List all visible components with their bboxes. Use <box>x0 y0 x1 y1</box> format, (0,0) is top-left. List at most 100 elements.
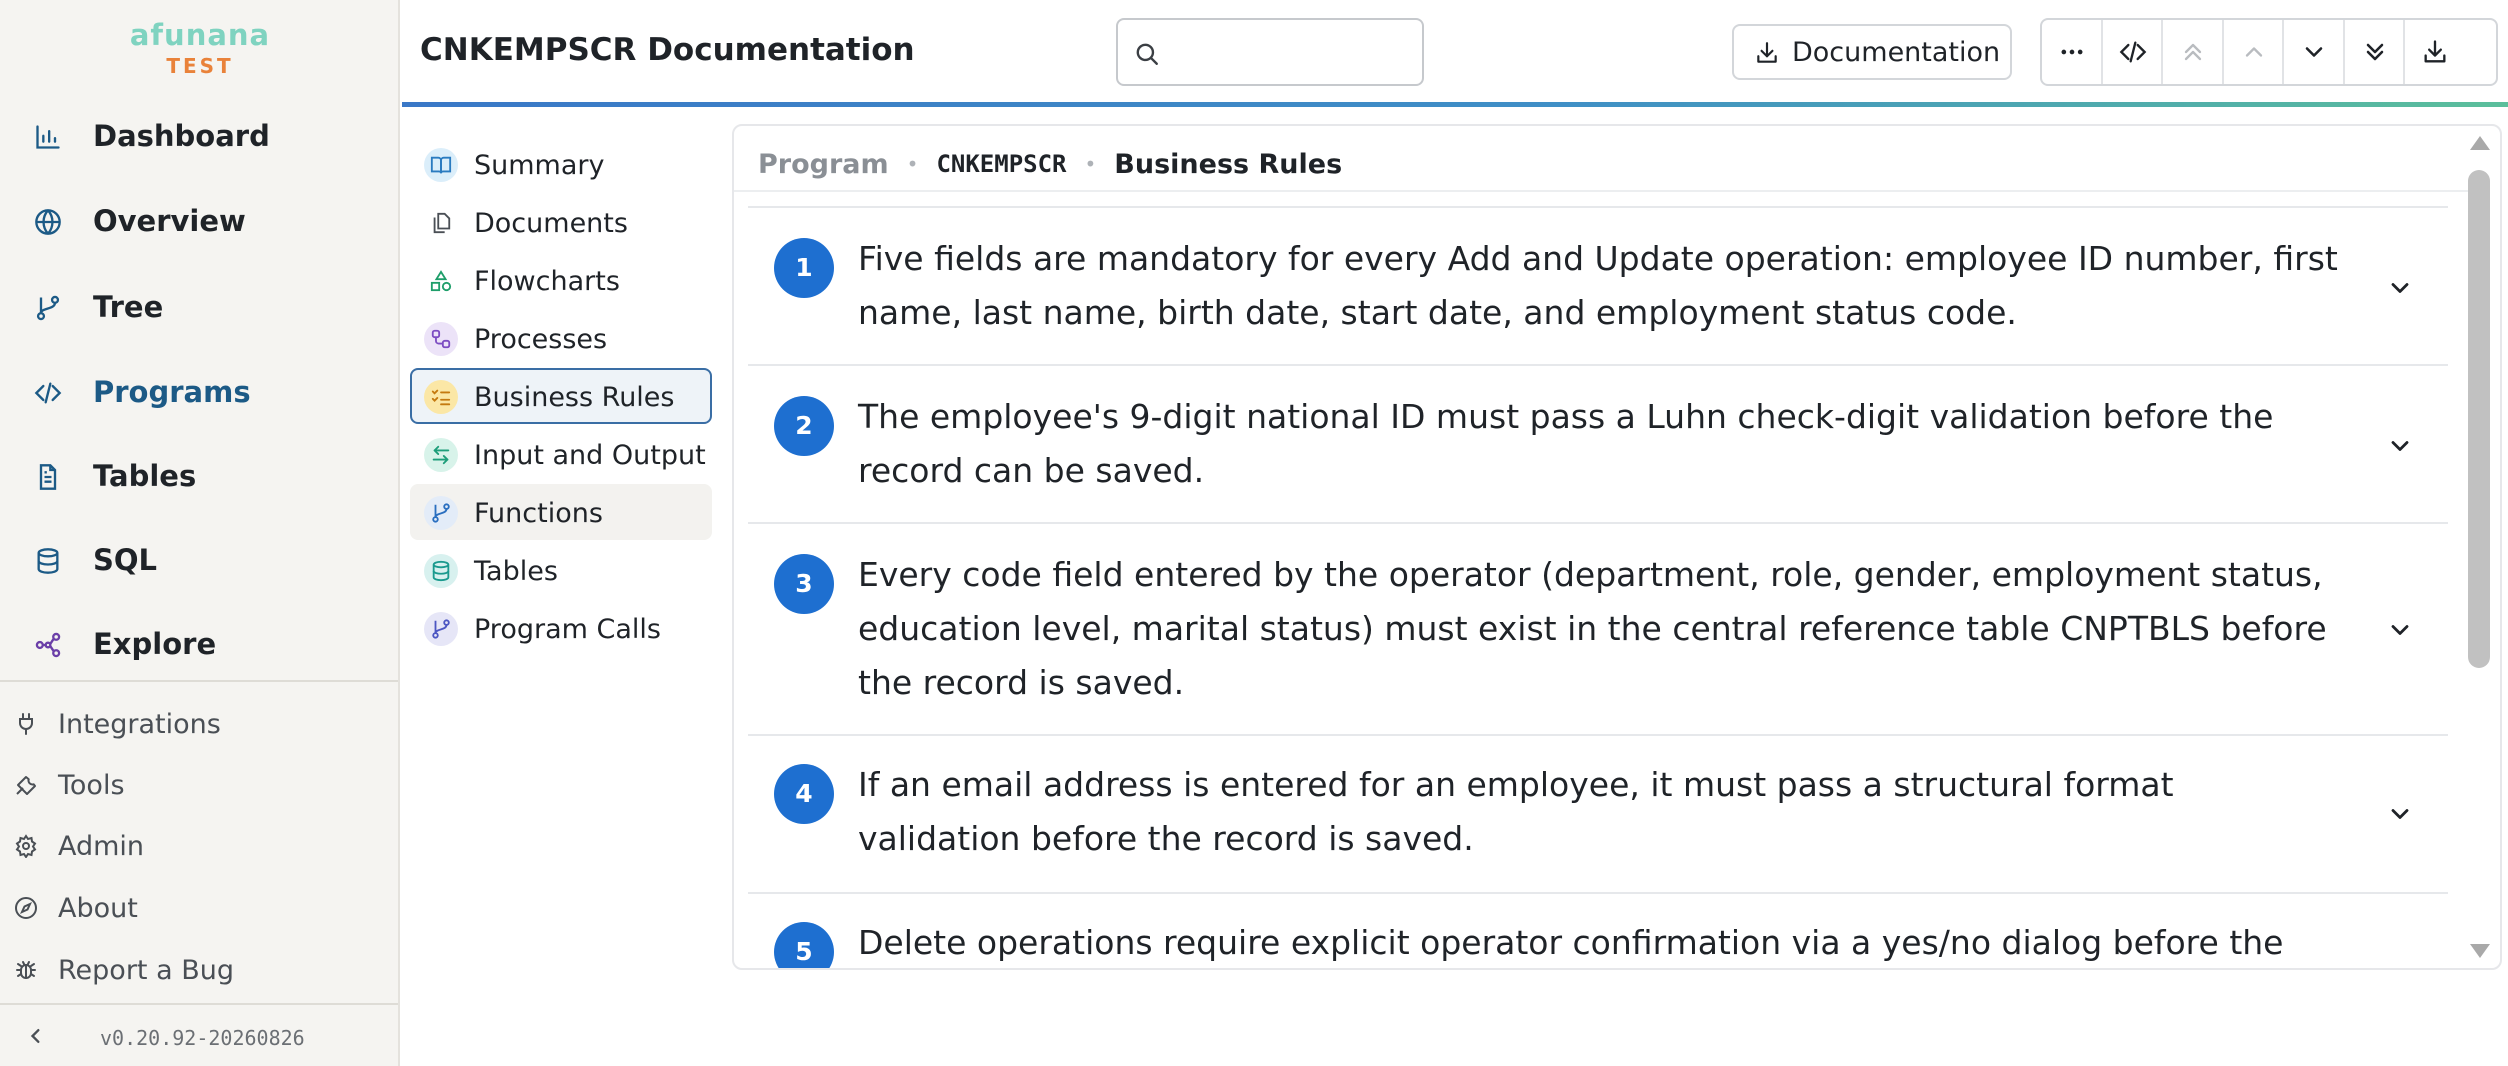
sidebar-item-label: Integrations <box>58 708 221 740</box>
breadcrumb-root[interactable]: Program <box>758 149 889 180</box>
sidebar-divider <box>0 680 398 682</box>
breadcrumb-divider <box>734 190 2472 192</box>
scrollbar-thumb[interactable] <box>2468 170 2490 668</box>
documentation-button-label: Documentation <box>1792 36 2001 68</box>
sidebar-item-overview[interactable]: Overview <box>0 191 398 251</box>
subnav-item-label: Documents <box>474 208 628 239</box>
shapes-icon <box>424 264 458 298</box>
subnav-item-label: Processes <box>474 324 608 355</box>
subnav-item-flowcharts[interactable]: Flowcharts <box>410 252 712 308</box>
double-chevron-down-icon <box>2366 43 2383 61</box>
page-title: CNKEMPSCR Documentation <box>420 32 915 68</box>
subnav-item-label: Program Calls <box>474 614 661 645</box>
subnav-item-label: Flowcharts <box>474 266 620 297</box>
sidebar-item-label: Explore <box>93 627 217 661</box>
rule-text: Delete operations require explicit opera… <box>858 923 2284 962</box>
code-icon <box>34 382 62 404</box>
chevron-down-icon[interactable] <box>2386 616 2414 644</box>
first-section-button[interactable] <box>2163 20 2224 84</box>
sidebar-item-tools[interactable]: Tools <box>0 759 398 811</box>
version-label: v0.20.92-20260826 <box>100 1026 305 1050</box>
content-scrollbar[interactable] <box>2462 130 2494 964</box>
sidebar: afunana TEST Dashboard Overview Tree Pro… <box>0 0 400 1066</box>
search-input[interactable] <box>1170 30 1410 74</box>
subnav-item-processes[interactable]: Processes <box>410 310 712 366</box>
rule-number-badge: 2 <box>774 396 834 456</box>
code-icon <box>2119 41 2146 63</box>
download-button[interactable] <box>2405 20 2466 84</box>
navigation-toolbar <box>2040 18 2498 86</box>
rule-item[interactable]: 5 Delete operations require explicit ope… <box>748 892 2448 968</box>
document-icon <box>39 464 57 490</box>
compass-icon <box>15 897 37 919</box>
logo[interactable]: afunana TEST <box>0 18 400 78</box>
branch-icon <box>36 295 60 321</box>
sidebar-item-admin[interactable]: Admin <box>0 820 398 872</box>
rule-text: Five fields are mandatory for every Add … <box>858 239 2338 332</box>
business-rules-panel: Program • CNKEMPSCR • Business Rules 1 F… <box>732 124 2502 970</box>
sidebar-item-about[interactable]: About <box>0 882 398 934</box>
sidebar-item-label: Report a Bug <box>58 954 234 986</box>
documentation-button[interactable]: Documentation <box>1732 24 2012 80</box>
version-row: v0.20.92-20260826 <box>0 1006 398 1066</box>
breadcrumb-separator: • <box>906 152 919 176</box>
sidebar-item-label: Overview <box>93 204 246 238</box>
collapse-sidebar-icon[interactable] <box>22 1022 50 1050</box>
chevron-up-icon <box>2245 47 2262 57</box>
subnav-item-summary[interactable]: Summary <box>410 136 712 192</box>
next-section-button[interactable] <box>2284 20 2345 84</box>
chevron-down-icon[interactable] <box>2386 800 2414 828</box>
chevron-down-icon[interactable] <box>2386 432 2414 460</box>
search-box[interactable] <box>1116 18 1424 86</box>
bar-chart-icon <box>36 125 60 149</box>
sidebar-item-report-bug[interactable]: Report a Bug <box>0 944 398 996</box>
subnav-item-functions[interactable]: Functions <box>410 484 712 540</box>
subnav-item-tables[interactable]: Tables <box>410 542 712 598</box>
wrench-icon <box>16 776 36 795</box>
scroll-up-arrow[interactable] <box>2470 136 2490 150</box>
chevron-down-icon[interactable] <box>2386 274 2414 302</box>
subnav-item-business-rules[interactable]: Business Rules <box>410 368 712 424</box>
breadcrumb-program[interactable]: CNKEMPSCR <box>936 150 1066 178</box>
gear-icon <box>15 834 37 858</box>
last-section-button[interactable] <box>2345 20 2405 84</box>
subnav-item-label: Functions <box>474 498 603 529</box>
sidebar-item-tables[interactable]: Tables <box>0 446 398 506</box>
subnav-item-program-calls[interactable]: Program Calls <box>410 600 712 656</box>
double-chevron-up-icon <box>2184 43 2202 61</box>
header-accent-line <box>402 102 2508 107</box>
sidebar-divider <box>0 1003 398 1005</box>
sidebar-item-sql[interactable]: SQL <box>0 530 398 590</box>
scroll-down-arrow[interactable] <box>2470 944 2490 958</box>
rule-text: Every code field entered by the operator… <box>858 555 2327 702</box>
app-root: afunana TEST Dashboard Overview Tree Pro… <box>0 0 2508 1066</box>
subnav-item-documents[interactable]: Documents <box>410 194 712 250</box>
rule-item[interactable]: 4 If an email address is entered for an … <box>748 734 2448 892</box>
documents-icon <box>424 206 458 240</box>
sidebar-item-tree[interactable]: Tree <box>0 277 398 337</box>
sidebar-item-label: About <box>58 892 138 924</box>
database-icon <box>424 554 458 588</box>
previous-section-button[interactable] <box>2224 20 2284 84</box>
branch-icon <box>424 496 458 530</box>
book-icon <box>424 148 458 182</box>
subnav-item-input-output[interactable]: Input and Output <box>410 426 712 482</box>
rule-item[interactable]: 3 Every code field entered by the operat… <box>748 522 2448 734</box>
sidebar-item-explore[interactable]: Explore <box>0 614 398 674</box>
rule-item[interactable]: 1 Five fields are mandatory for every Ad… <box>748 206 2448 364</box>
rule-item[interactable]: 2 The employee's 9-digit national ID mus… <box>748 364 2448 522</box>
subnav-item-label: Tables <box>474 556 558 587</box>
breadcrumb: Program • CNKEMPSCR • Business Rules <box>758 144 1342 184</box>
sidebar-item-dashboard[interactable]: Dashboard <box>0 106 398 166</box>
sidebar-item-label: Tree <box>93 290 164 324</box>
view-code-button[interactable] <box>2103 20 2163 84</box>
rule-number-badge: 3 <box>774 554 834 614</box>
search-icon <box>1136 43 1158 65</box>
breadcrumb-current: Business Rules <box>1114 148 1343 180</box>
arrows-icon <box>424 438 458 472</box>
subnav-item-label: Input and Output <box>474 440 706 471</box>
sidebar-item-programs[interactable]: Programs <box>0 362 398 422</box>
sidebar-item-integrations[interactable]: Integrations <box>0 698 398 750</box>
plug-icon <box>19 713 33 735</box>
more-button[interactable] <box>2042 20 2103 84</box>
